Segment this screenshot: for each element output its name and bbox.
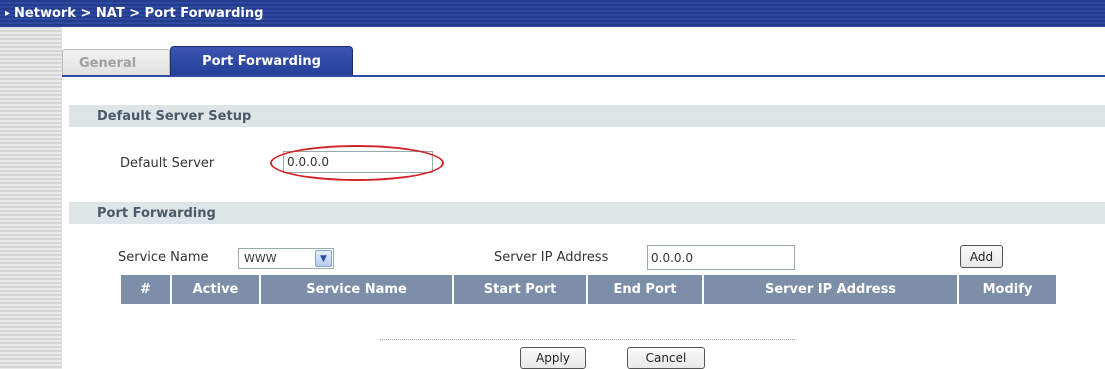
service-name-label: Service Name bbox=[118, 250, 209, 265]
tab-underline bbox=[62, 75, 1105, 77]
add-button[interactable]: Add bbox=[960, 245, 1003, 268]
column-header-number: # bbox=[121, 275, 172, 304]
title-bar: ▸ Network > NAT > Port Forwarding bbox=[0, 0, 1105, 27]
divider bbox=[380, 339, 795, 340]
column-header-start-port: Start Port bbox=[454, 275, 588, 304]
highlight-oval bbox=[270, 145, 444, 181]
column-header-service-name: Service Name bbox=[261, 275, 454, 304]
arrow-icon: ▸ bbox=[5, 8, 11, 19]
port-forwarding-header: Port Forwarding bbox=[69, 202, 1105, 224]
server-ip-input[interactable]: 0.0.0.0 bbox=[647, 245, 795, 270]
service-name-select[interactable]: WWW ▼ bbox=[238, 248, 334, 269]
apply-button[interactable]: Apply bbox=[520, 347, 586, 369]
default-server-setup-header: Default Server Setup bbox=[69, 105, 1105, 127]
tab-bar: General Port Forwarding bbox=[62, 46, 1105, 76]
cancel-button[interactable]: Cancel bbox=[627, 347, 705, 369]
chevron-down-icon[interactable]: ▼ bbox=[315, 250, 332, 267]
column-header-modify: Modify bbox=[982, 282, 1033, 297]
content-panel: General Port Forwarding Default Server S… bbox=[62, 27, 1105, 369]
breadcrumb: Network > NAT > Port Forwarding bbox=[14, 6, 264, 21]
column-header-server-ip-address: Server IP Address bbox=[704, 275, 959, 304]
column-header-active: Active bbox=[172, 275, 261, 304]
table-header-row: # Active Service Name Start Port End Por… bbox=[121, 275, 1056, 304]
left-decorative-stripes bbox=[0, 0, 62, 369]
column-header-end-port: End Port bbox=[588, 275, 704, 304]
tab-general[interactable]: General bbox=[62, 49, 170, 76]
default-server-label: Default Server bbox=[120, 156, 215, 171]
server-ip-label: Server IP Address bbox=[494, 250, 609, 265]
tab-port-forwarding[interactable]: Port Forwarding bbox=[170, 46, 353, 76]
service-name-selected-value: WWW bbox=[244, 252, 277, 265]
